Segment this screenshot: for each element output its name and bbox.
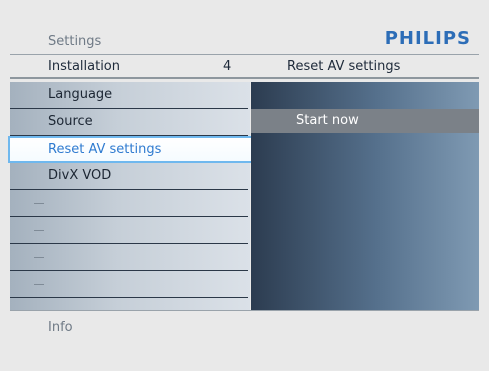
option-start-now[interactable]: Start now <box>251 109 479 133</box>
menu-item-label: Language <box>48 87 113 102</box>
breadcrumb: Installation 4 Reset AV settings <box>10 56 479 79</box>
menu-item-reset-av-settings[interactable]: Reset AV settings <box>8 136 253 163</box>
menu-item-language[interactable]: Language <box>10 82 248 109</box>
settings-menu: Language Source Reset AV settings DivX V… <box>8 82 253 310</box>
menu-item-empty <box>10 190 248 217</box>
breadcrumb-count: 4 <box>223 59 232 74</box>
option-label: Start now <box>296 113 359 128</box>
menu-item-label: Source <box>48 114 93 129</box>
breadcrumb-section: Installation <box>48 59 121 74</box>
page-title: Settings <box>48 34 102 49</box>
footer-divider <box>10 310 479 311</box>
breadcrumb-current: Reset AV settings <box>287 59 401 74</box>
brand-logo: PHILIPS <box>384 28 471 49</box>
tv-settings-screen: Settings PHILIPS Installation 4 Reset AV… <box>0 0 489 371</box>
header-divider <box>10 54 479 55</box>
menu-item-empty <box>10 244 248 271</box>
menu-item-label: DivX VOD <box>48 168 112 183</box>
submenu-panel: Start now <box>251 82 479 310</box>
menu-item-divx-vod[interactable]: DivX VOD <box>10 163 248 190</box>
menu-item-source[interactable]: Source <box>10 109 248 136</box>
menu-item-label: Reset AV settings <box>48 142 162 157</box>
menu-item-empty <box>10 271 248 298</box>
menu-item-empty <box>10 217 248 244</box>
info-label: Info <box>48 320 73 335</box>
